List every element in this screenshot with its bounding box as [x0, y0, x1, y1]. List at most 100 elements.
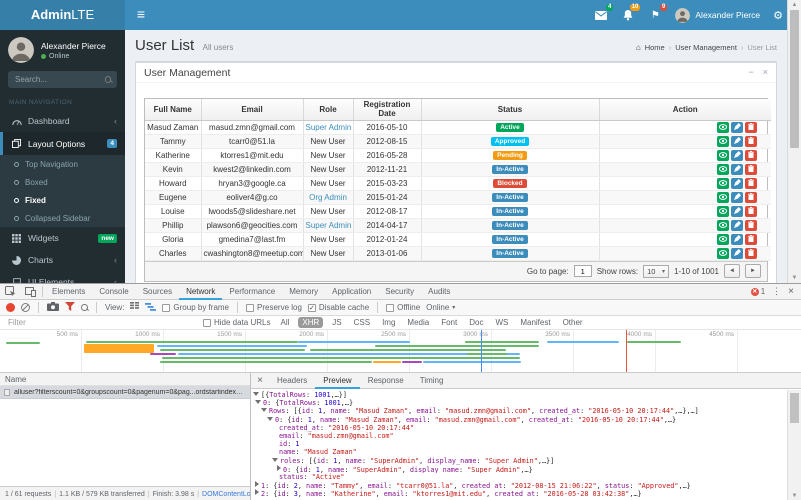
filter-input[interactable]	[6, 317, 196, 328]
group-by-frame-checkbox[interactable]: Group by frame	[162, 303, 229, 312]
column-header[interactable]: Role	[303, 99, 353, 120]
submenu-item-collapsed-sidebar[interactable]: Collapsed Sidebar	[0, 209, 125, 227]
device-toolbar-icon[interactable]	[20, 284, 40, 300]
collapse-icon[interactable]: −	[748, 68, 753, 77]
edit-button[interactable]	[731, 178, 743, 189]
delete-button[interactable]	[745, 164, 757, 175]
json-tree-line[interactable]: created_at: "2016-05-10 20:17:44"	[251, 424, 787, 432]
breadcrumb-home[interactable]: Home	[645, 43, 665, 52]
page-number-input[interactable]	[574, 265, 592, 277]
edit-button[interactable]	[731, 234, 743, 245]
sidebar-item-charts[interactable]: Charts ‹	[0, 249, 125, 271]
edit-button[interactable]	[731, 248, 743, 259]
error-count-badge[interactable]: ✕1	[751, 287, 765, 296]
edit-button[interactable]	[731, 164, 743, 175]
edit-button[interactable]	[731, 220, 743, 231]
table-row[interactable]: Louise lwoods5@slideshare.net New User 2…	[145, 204, 771, 218]
table-row[interactable]: Gloria gmedina7@last.fm New User 2012-01…	[145, 232, 771, 246]
table-row[interactable]: Tammy tcarr0@51.la New User 2012-08-15 A…	[145, 134, 771, 148]
rows-per-page-select[interactable]: 10 ▾	[643, 265, 669, 278]
json-tree-line[interactable]: id: 1	[251, 440, 787, 448]
screenshots-icon[interactable]	[47, 302, 59, 313]
detail-tab-preview[interactable]: Preview	[315, 373, 359, 389]
edit-button[interactable]	[731, 206, 743, 217]
view-button[interactable]	[717, 220, 729, 231]
devtools-tab-memory[interactable]: Memory	[282, 284, 325, 300]
delete-button[interactable]	[745, 136, 757, 147]
record-button[interactable]	[6, 303, 15, 312]
expanded-arrow-icon[interactable]	[267, 417, 273, 421]
scroll-up-icon[interactable]: ▲	[788, 0, 801, 10]
json-tree-line[interactable]: name: "Masud Zaman"	[251, 448, 787, 456]
devtools-tab-audits[interactable]: Audits	[421, 284, 457, 300]
column-header[interactable]: Status	[421, 99, 599, 120]
filter-type-manifest[interactable]: Manifest	[517, 318, 553, 327]
delete-button[interactable]	[745, 192, 757, 203]
notifications-icon[interactable]: 10	[621, 8, 635, 22]
dom-content-loaded-link[interactable]: DOMContentLoad...	[202, 491, 250, 498]
devtools-tab-console[interactable]: Console	[92, 284, 135, 300]
view-grid-icon[interactable]	[130, 302, 139, 313]
detail-tab-response[interactable]: Response	[360, 373, 412, 389]
search-input[interactable]	[8, 75, 99, 84]
scrollbar-thumb[interactable]	[790, 10, 799, 148]
scroll-down-icon[interactable]: ▼	[788, 491, 801, 500]
edit-button[interactable]	[731, 150, 743, 161]
prev-page-button[interactable]: ◄	[724, 264, 740, 278]
role-link[interactable]: Super Admin	[306, 221, 352, 230]
sidebar-item-layout-options[interactable]: Layout Options 4	[0, 132, 125, 155]
column-header[interactable]: Full Name	[145, 99, 201, 120]
devtools-tab-performance[interactable]: Performance	[222, 284, 282, 300]
devtools-tab-elements[interactable]: Elements	[45, 284, 92, 300]
close-icon[interactable]: ×	[763, 68, 768, 77]
json-tree-line[interactable]: [{TotalRows: 1001,…}]	[251, 391, 787, 399]
inspect-element-icon[interactable]	[0, 284, 20, 300]
view-button[interactable]	[717, 122, 729, 133]
collapsed-arrow-icon[interactable]	[255, 481, 259, 487]
collapsed-arrow-icon[interactable]	[277, 465, 281, 471]
network-overview[interactable]: 500 ms1000 ms1500 ms2000 ms2500 ms3000 m…	[0, 330, 801, 373]
requests-name-header[interactable]: Name	[0, 373, 250, 386]
next-page-button[interactable]: ►	[745, 264, 761, 278]
table-row[interactable]: Kevin kwest2@linkedin.com New User 2012-…	[145, 162, 771, 176]
filter-type-xhr[interactable]: XHR	[298, 317, 323, 328]
filter-type-other[interactable]: Other	[560, 318, 586, 327]
scroll-down-icon[interactable]: ▼	[788, 273, 801, 283]
devtools-menu-icon[interactable]: ⋮	[772, 286, 781, 297]
throttling-select[interactable]: Online▾	[426, 303, 455, 312]
offline-checkbox[interactable]: Offline	[386, 303, 420, 312]
role-link[interactable]: Super Admin	[306, 123, 352, 132]
page-scrollbar[interactable]: ▲ ▼	[787, 0, 801, 283]
delete-button[interactable]	[745, 150, 757, 161]
json-tree-line[interactable]: 0: {TotalRows: 1001,…}	[251, 399, 787, 407]
json-tree-line[interactable]: 0: {id: 1, name: "Masud Zaman", email: "…	[251, 416, 787, 424]
sidebar-user-status[interactable]: Online	[41, 53, 106, 60]
edit-button[interactable]	[731, 192, 743, 203]
filter-type-img[interactable]: Img	[379, 318, 398, 327]
detail-close-icon[interactable]: ×	[251, 375, 269, 386]
view-button[interactable]	[717, 150, 729, 161]
delete-button[interactable]	[745, 178, 757, 189]
filter-type-js[interactable]: JS	[329, 318, 344, 327]
json-tree-line[interactable]: email: "masud.zmn@gmail.com"	[251, 432, 787, 440]
view-button[interactable]	[717, 192, 729, 203]
hide-data-urls-checkbox[interactable]: Hide data URLs	[203, 318, 270, 327]
breadcrumb-user-management[interactable]: User Management	[675, 43, 737, 52]
filter-type-all[interactable]: All	[277, 318, 292, 327]
filter-type-media[interactable]: Media	[404, 318, 432, 327]
json-tree-line[interactable]: status: "Active"	[251, 473, 787, 481]
sidebar-item-widgets[interactable]: Widgets new	[0, 227, 125, 249]
devtools-close-icon[interactable]: ×	[788, 286, 794, 297]
delete-button[interactable]	[745, 122, 757, 133]
submenu-item-fixed[interactable]: Fixed	[0, 191, 125, 209]
table-row[interactable]: Charles cwashington8@meetup.com New User…	[145, 246, 771, 260]
disable-cache-checkbox[interactable]: ✓Disable cache	[308, 303, 369, 312]
table-row[interactable]: Eugene eoliver4@g.co Org Admin 2015-01-2…	[145, 190, 771, 204]
filter-type-doc[interactable]: Doc	[466, 318, 486, 327]
expanded-arrow-icon[interactable]	[261, 408, 267, 412]
detail-scrollbar[interactable]: ▼	[787, 390, 801, 500]
column-header[interactable]: Registration Date	[353, 99, 421, 120]
gear-icon[interactable]: ⚙	[773, 9, 783, 22]
request-row-selected[interactable]: alluser?filterscount=0&groupscount=0&pag…	[0, 386, 250, 399]
sidebar-item-dashboard[interactable]: Dashboard ‹	[0, 110, 125, 132]
